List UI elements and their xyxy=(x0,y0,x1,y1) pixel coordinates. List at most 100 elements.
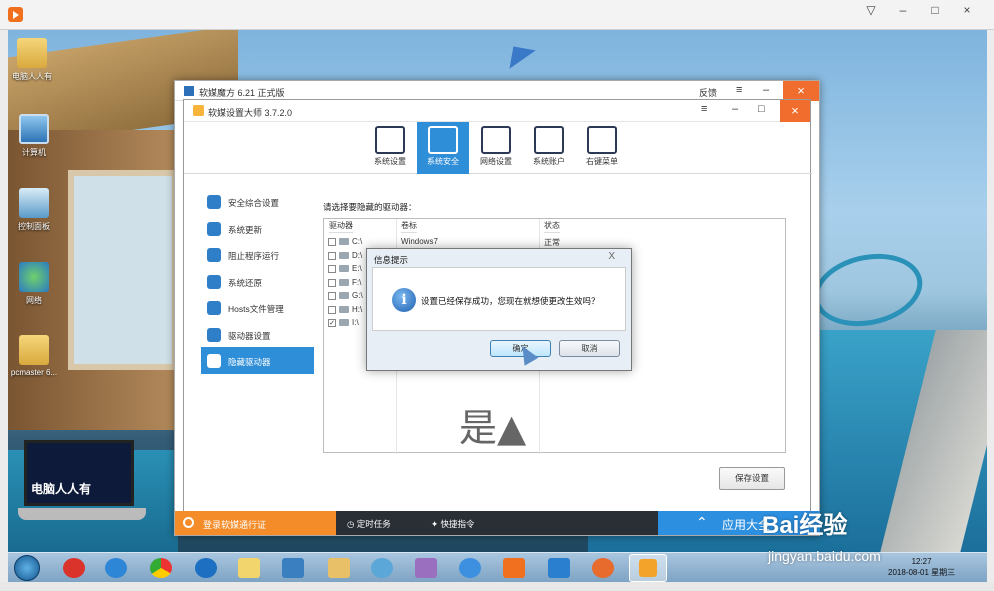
volume-label: Windows7 xyxy=(401,237,438,246)
desktop-icon-folder[interactable]: 电脑人人有 xyxy=(8,38,62,82)
player-minimize-button[interactable]: – xyxy=(896,3,910,17)
shield-icon xyxy=(428,126,458,154)
nav-item-block-programs[interactable]: 阻止程序运行 xyxy=(201,241,314,268)
info-dialog: 信息提示 X i 设置已经保存成功，您现在就想使更改生效吗？ 确定 取消 xyxy=(366,248,632,371)
system-clock[interactable]: 12:27 2018-08-01 星期三 xyxy=(888,556,955,578)
mofang-icon[interactable] xyxy=(548,558,570,578)
nav-label: 系统更新 xyxy=(228,224,263,235)
player-maximize-button[interactable]: □ xyxy=(928,3,942,17)
tab-label: 系统安全 xyxy=(427,157,459,166)
browser-icon[interactable] xyxy=(195,558,217,578)
firefox-icon[interactable] xyxy=(592,558,614,578)
player-frame-right xyxy=(987,30,994,582)
hide-drive-icon xyxy=(207,354,221,368)
inner-menu-button[interactable]: ≡ xyxy=(701,103,707,115)
nav-item-system-restore[interactable]: 系统还原 xyxy=(201,268,314,295)
player-close-button[interactable]: × xyxy=(960,3,974,17)
nav-item-security-overview[interactable]: 安全综合设置 xyxy=(201,188,314,215)
row-checkbox[interactable] xyxy=(328,238,336,246)
desktop-icon-label: pcmaster 6... xyxy=(10,368,58,377)
outer-minimize-button[interactable]: – xyxy=(763,84,769,96)
player-dropdown-button[interactable]: ▽ xyxy=(864,3,878,17)
nav-label: Hosts文件管理 xyxy=(228,304,284,314)
feedback-link[interactable]: 反馈 xyxy=(699,86,717,99)
tab-context-menu[interactable]: 右键菜单 xyxy=(576,122,628,174)
player-controls: ▽ – □ × xyxy=(864,3,974,17)
drive-icon xyxy=(339,265,349,272)
network-icon xyxy=(19,262,49,292)
row-checkbox[interactable] xyxy=(328,251,336,260)
nav-label: 系统还原 xyxy=(228,277,263,288)
column-header-label[interactable]: 卷标 xyxy=(401,219,417,233)
nav-label: 隐藏驱动器 xyxy=(228,357,271,367)
outer-menu-button[interactable]: ≡ xyxy=(736,84,742,96)
row-checkbox[interactable] xyxy=(328,265,336,273)
desktop-icon-pcmaster[interactable]: pcmaster 6... xyxy=(8,335,64,377)
folder-icon xyxy=(19,335,49,365)
drive-letter: I:\ xyxy=(352,318,359,327)
column-header-drive[interactable]: 驱动器 xyxy=(329,219,353,233)
column-header-status[interactable]: 状态 xyxy=(544,219,560,233)
nav-label: 驱动器设置 xyxy=(228,330,271,341)
drive-icon xyxy=(207,327,221,342)
context-menu-icon xyxy=(587,126,617,154)
row-checkbox[interactable] xyxy=(328,292,336,300)
tab-network-settings[interactable]: 网络设置 xyxy=(470,122,522,174)
row-checkbox-checked[interactable]: ✓ xyxy=(328,319,336,327)
outer-close-button[interactable]: × xyxy=(783,81,819,101)
dialog-close-button[interactable]: X xyxy=(608,251,615,262)
hosts-icon xyxy=(207,301,221,315)
user-icon xyxy=(183,517,194,528)
media-player-icon[interactable] xyxy=(503,558,525,578)
overlay-caption: 是▲ xyxy=(459,406,527,450)
chrome-icon[interactable] xyxy=(150,558,172,578)
nav-item-hosts[interactable]: Hosts文件管理 xyxy=(201,294,314,321)
player-frame-left xyxy=(0,30,8,582)
desktop-icon-control-panel[interactable]: 控制面板 xyxy=(8,188,64,232)
outer-window-title: 软媒魔方 6.21 正式版 xyxy=(199,88,285,98)
tab-label: 系统设置 xyxy=(374,157,406,166)
row-checkbox[interactable] xyxy=(328,278,336,287)
baidu-watermark: Bai经验 xyxy=(762,512,848,539)
inner-titlebar: 软媒设置大师 3.7.2.0 ≡ – □ × xyxy=(184,100,810,122)
arrow-up-icon: ⌃ xyxy=(696,514,708,530)
cancel-button[interactable]: 取消 xyxy=(559,340,620,357)
tab-label: 网络设置 xyxy=(480,157,512,166)
player-frame-bottom xyxy=(0,582,994,591)
paint-icon[interactable] xyxy=(415,558,437,578)
timer-tasks-button[interactable]: ◷ 定时任务 xyxy=(347,518,391,530)
nav-item-hide-drives[interactable]: 隐藏驱动器 xyxy=(201,347,314,374)
login-button[interactable]: 登录软媒通行证 xyxy=(175,511,336,535)
tab-system-security[interactable]: 系统安全 xyxy=(417,122,469,174)
timer-label: 定时任务 xyxy=(356,519,391,529)
desktop-icon-computer[interactable]: 计算机 xyxy=(8,114,64,158)
taskbar-app-icon[interactable] xyxy=(63,558,85,578)
table-row[interactable]: C:\ Windows7 正常 xyxy=(324,235,787,249)
restore-icon xyxy=(207,274,221,289)
laptop-logo-image: 电脑人人有 xyxy=(18,440,148,540)
save-settings-button[interactable]: 保存设置 xyxy=(719,467,785,490)
nav-label: 安全综合设置 xyxy=(228,198,280,208)
ie-icon[interactable] xyxy=(105,558,127,578)
shortcut-label: 快捷指令 xyxy=(440,519,475,529)
nav-item-system-update[interactable]: 系统更新 xyxy=(201,215,314,242)
start-button[interactable] xyxy=(14,555,40,581)
app-icon[interactable] xyxy=(459,558,481,578)
shortcut-commands-button[interactable]: ✦ 快捷指令 xyxy=(431,518,475,530)
inner-maximize-button[interactable]: □ xyxy=(758,103,765,115)
sticky-notes-icon[interactable] xyxy=(238,558,260,578)
file-explorer-icon[interactable] xyxy=(328,558,350,578)
settings-master-taskbar-button[interactable] xyxy=(629,554,667,582)
nav-item-drive-settings[interactable]: 驱动器设置 xyxy=(201,321,314,348)
drive-letter: C:\ xyxy=(352,237,363,246)
desktop-icon-label: 计算机 xyxy=(22,148,46,157)
inner-minimize-button[interactable]: – xyxy=(732,103,738,115)
remote-desktop-icon[interactable] xyxy=(282,558,304,578)
row-checkbox[interactable] xyxy=(328,305,336,314)
tab-system-settings[interactable]: 系统设置 xyxy=(364,122,416,174)
settings-app-icon[interactable] xyxy=(371,558,393,578)
drive-status: 正常 xyxy=(544,238,560,247)
tab-system-account[interactable]: 系统账户 xyxy=(523,122,575,174)
inner-close-button[interactable]: × xyxy=(780,100,810,122)
desktop-icon-network[interactable]: 网络 xyxy=(8,262,64,306)
